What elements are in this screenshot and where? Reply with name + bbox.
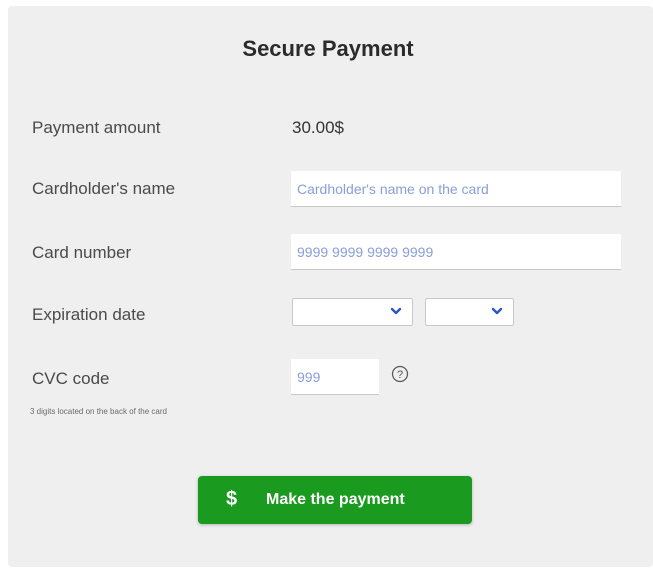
svg-text:?: ? — [397, 369, 403, 381]
expiration-date-label: Expiration date — [32, 305, 146, 324]
chevron-down-icon — [390, 307, 402, 315]
make-payment-label: Make the payment — [266, 491, 405, 508]
chevron-down-icon — [491, 307, 503, 315]
card-number-input[interactable] — [291, 234, 621, 270]
cardholder-name-label: Cardholder's name — [32, 179, 176, 198]
card-number-label: Card number — [32, 243, 132, 262]
question-circle-icon[interactable]: ? — [391, 365, 409, 383]
cvc-code-input[interactable] — [291, 359, 379, 395]
page-title: Secure Payment — [242, 36, 414, 61]
cvc-hint-text: 3 digits located on the back of the card — [30, 407, 167, 416]
expiry-month-select[interactable] — [292, 298, 413, 326]
expiry-year-select[interactable] — [425, 298, 514, 326]
cardholder-name-input[interactable] — [291, 171, 621, 207]
dollar-icon: $ — [226, 488, 238, 510]
payment-amount-value: 30.00$ — [292, 118, 344, 137]
payment-panel: Secure Payment Payment amount 30.00$ Car… — [8, 6, 653, 567]
payment-amount-label: Payment amount — [32, 118, 161, 137]
cvc-code-label: CVC code — [32, 369, 110, 388]
make-payment-button[interactable]: $ Make the payment — [198, 476, 472, 524]
